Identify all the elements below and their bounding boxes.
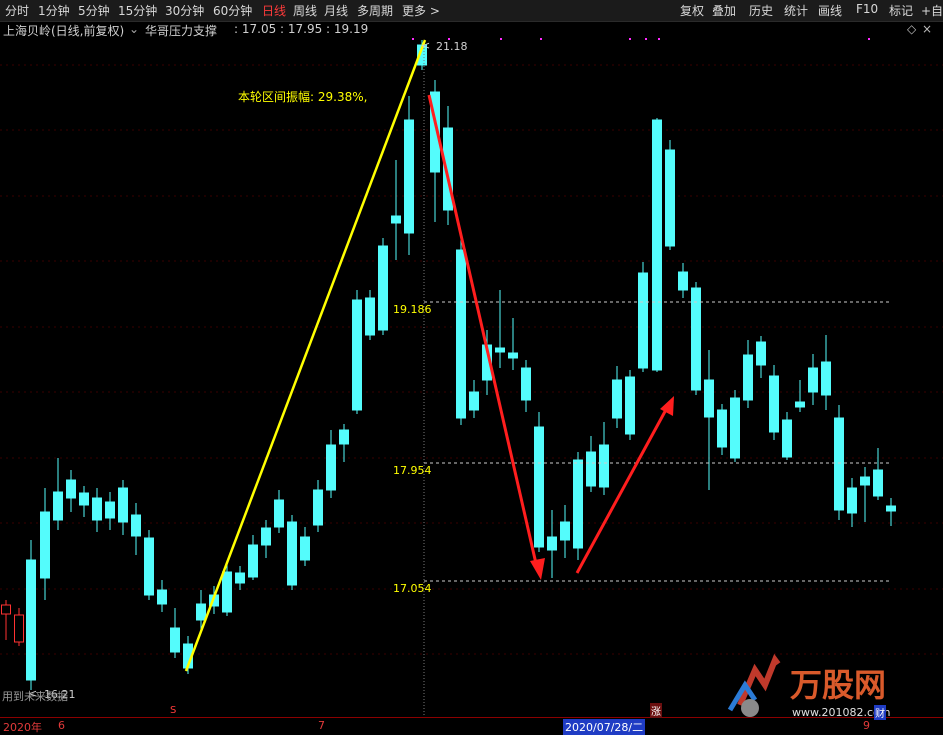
candle-body [495,347,505,353]
candle-body [14,614,24,643]
level-label-3: 17.054 [393,582,432,595]
candle-body [821,361,831,396]
candle-body [560,521,570,541]
candle-body [599,444,609,488]
candle-body [795,401,805,408]
candle-body [704,379,714,418]
signal-marker-s: S [170,705,177,716]
signal-marker-zhang: 涨 [650,703,662,718]
candle-body [1,604,11,615]
candle-body [678,271,688,291]
signal-dot [412,38,414,40]
candle-body [40,511,50,579]
candle-body [235,572,245,584]
candle-body [743,354,753,401]
candle-body [53,491,63,521]
signal-dot [645,38,647,40]
candle-body [730,397,740,459]
candle-body [508,352,518,359]
candle-body [691,287,701,391]
signal-dot [658,38,660,40]
candle-body [339,429,349,445]
candle-body [287,521,297,586]
candle-body [248,544,258,578]
candle-body [652,119,662,371]
rise-trend-line [184,39,427,672]
candle-body [456,249,466,419]
level-label-2: 17.954 [393,464,432,477]
signal-dot [500,38,502,40]
candle-body [300,536,310,561]
candle-body [222,571,232,613]
candle-body [196,603,206,621]
date-axis: 2020年 6 7 2020/07/28/二 9 [0,717,943,735]
candle-body [92,497,102,521]
candle-body [404,119,414,234]
candle-body [365,297,375,336]
candle-body [131,514,141,537]
candle-body [26,559,36,681]
candle-body [313,489,323,526]
candle-body [886,505,896,512]
candle-body [378,245,388,331]
candle-body [847,487,857,514]
candle-body [612,379,622,419]
watermark-logo: 万股网 www.201082.com [720,650,925,720]
chart-grid [0,64,943,655]
watermark-brand: 万股网 [790,666,886,704]
candle-body [170,627,180,653]
future-data-hint: 用到未来数据 [2,689,68,703]
candle-body [79,492,89,506]
watermark-icon: 万股网 www.201082.com [727,653,890,719]
candle-body [808,367,818,393]
axis-month-6: 6 [58,719,65,732]
signal-dots [412,38,870,40]
signal-dot [448,38,450,40]
candle-body [521,367,531,401]
candle-body [573,459,583,549]
candlesticks [1,40,896,690]
candle-body [469,391,479,411]
candle-body [326,444,336,491]
axis-month-9: 9 [863,719,870,732]
candle-body [873,469,883,497]
candle-body [834,417,844,511]
candle-body [665,149,675,247]
candle-body [638,272,648,369]
candle-body [391,215,401,224]
candle-body [261,527,271,546]
candle-body [157,589,167,605]
candle-body [547,536,557,551]
candle-body [105,501,115,519]
candle-body [118,487,128,523]
candle-body [534,426,544,548]
signal-marker-cai: 财 [874,705,886,720]
candle-body [352,299,362,411]
level-label-1: 19.186 [393,303,432,316]
candle-body [769,375,779,433]
axis-month-7: 7 [318,719,325,732]
candle-body [860,476,870,486]
candle-body [586,451,596,487]
amplitude-label: 本轮区间振幅: 29.38%, [238,89,367,104]
candle-body [144,537,154,596]
candle-body [274,499,284,528]
candle-body [717,409,727,448]
signal-dot [629,38,631,40]
signal-dot [540,38,542,40]
candle-body [782,419,792,458]
signal-dot [868,38,870,40]
candle-body [625,376,635,435]
candle-body [756,341,766,366]
kline-chart[interactable]: 19.186 17.954 17.054 < 21.18 < 16.21 本轮区… [0,0,943,717]
candle-body [66,479,76,499]
peak-price-label: 21.18 [436,40,468,53]
peak-marker-arrow: < [421,39,430,52]
